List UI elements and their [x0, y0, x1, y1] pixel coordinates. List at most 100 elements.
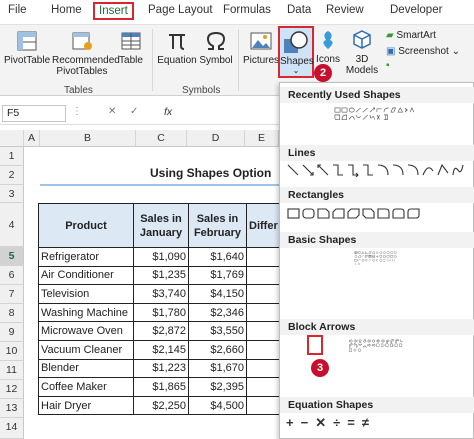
- product-cell[interactable]: Air Conditioner: [38, 265, 134, 286]
- round-diagonal-shape[interactable]: [407, 208, 420, 219]
- pentagon-shape[interactable]: [379, 251, 383, 254]
- up-arrow-shape[interactable]: [358, 339, 363, 343]
- dodecagon-shape[interactable]: [354, 255, 358, 258]
- difference-cell[interactable]: [246, 302, 281, 323]
- double-brace-shape[interactable]: [390, 259, 393, 262]
- decagon-shape[interactable]: [394, 251, 397, 254]
- column-header[interactable]: C: [136, 130, 187, 147]
- freeform-shape[interactable]: [362, 114, 368, 120]
- curved-down-arrow-shape[interactable]: [362, 345, 367, 348]
- half-frame-shape[interactable]: [369, 255, 371, 258]
- snip-rectangle-shape[interactable]: [334, 114, 340, 120]
- product-cell[interactable]: Washing Machine: [38, 302, 134, 323]
- curve-shape[interactable]: [422, 167, 434, 176]
- round-single-corner-shape[interactable]: [377, 208, 390, 219]
- triangle-shape[interactable]: [397, 107, 404, 113]
- up-arrow-callout-shape[interactable]: [399, 343, 403, 347]
- snip-single-corner-shape[interactable]: [317, 208, 330, 219]
- january-cell[interactable]: $2,250: [133, 395, 189, 416]
- bracket-shape[interactable]: [376, 114, 380, 120]
- parallelogram-shape[interactable]: [368, 251, 372, 254]
- rectangle-shape[interactable]: [287, 208, 300, 219]
- freeform-shape[interactable]: [437, 163, 449, 176]
- bent-arrow-shape[interactable]: [386, 339, 390, 343]
- shapes-button[interactable]: Shapes ⌄: [278, 26, 314, 78]
- row-header[interactable]: 6: [0, 266, 24, 285]
- january-cell[interactable]: $2,872: [133, 321, 189, 341]
- smartart-button[interactable]: ▰ SmartArt: [386, 30, 436, 41]
- curved-connector-shape[interactable]: [377, 164, 389, 176]
- february-cell[interactable]: $2,660: [188, 339, 247, 360]
- equation-button[interactable]: Equation: [156, 29, 198, 66]
- row-header[interactable]: 9: [0, 323, 24, 342]
- symbol-button[interactable]: Symbol: [198, 29, 234, 66]
- elbow-double-arrow-shape[interactable]: [363, 164, 373, 176]
- left-right-arrow-shape[interactable]: [367, 339, 372, 343]
- left-right-up-arrow-shape[interactable]: [380, 339, 386, 343]
- oval-shape[interactable]: [358, 251, 361, 254]
- difference-cell[interactable]: [246, 247, 281, 267]
- row-header[interactable]: 7: [0, 285, 24, 304]
- curved-up-arrow-shape[interactable]: [358, 343, 363, 346]
- left-up-arrow-shape[interactable]: [395, 339, 400, 343]
- cancel-icon[interactable]: ✕: [108, 106, 116, 117]
- row-header[interactable]: 8: [0, 304, 24, 323]
- line-shape[interactable]: [287, 164, 299, 176]
- column-header[interactable]: A: [24, 130, 40, 147]
- tab-data[interactable]: Data: [287, 4, 311, 16]
- donut-shape[interactable]: [394, 255, 397, 258]
- tab-page-layout[interactable]: Page Layout: [148, 4, 213, 16]
- curved-connector-shape[interactable]: [383, 107, 389, 113]
- difference-cell[interactable]: [246, 265, 281, 286]
- cross-shape[interactable]: [376, 255, 379, 258]
- row-header-selected[interactable]: 5: [0, 247, 24, 266]
- column-header[interactable]: E: [245, 130, 279, 147]
- arrow-shape[interactable]: [369, 107, 375, 113]
- right-arrow-callout-shape[interactable]: [385, 342, 390, 348]
- isosceles-triangle-shape[interactable]: [361, 251, 365, 254]
- circular-arrow-shape[interactable]: [358, 348, 362, 352]
- january-cell[interactable]: $1,235: [133, 265, 189, 286]
- curved-double-arrow-shape[interactable]: [407, 164, 419, 176]
- january-cell[interactable]: $1,780: [133, 302, 189, 323]
- chevron-shape[interactable]: [409, 107, 415, 113]
- hexagon-shape[interactable]: [383, 251, 386, 254]
- moon-shape[interactable]: [376, 259, 378, 262]
- recommended-pivottables-button[interactable]: Recommended PivotTables: [52, 29, 120, 77]
- row-header[interactable]: 13: [0, 399, 24, 418]
- elbow-connector-shape[interactable]: [333, 164, 343, 176]
- product-cell[interactable]: Vacuum Cleaner: [38, 339, 134, 360]
- heptagon-shape[interactable]: [386, 251, 390, 254]
- division-shape[interactable]: ÷: [333, 415, 347, 430]
- l-shape[interactable]: [372, 255, 375, 258]
- teardrop-shape[interactable]: [365, 255, 368, 258]
- february-cell[interactable]: $1,769: [188, 265, 247, 286]
- difference-cell[interactable]: [246, 377, 281, 397]
- product-cell[interactable]: Coffee Maker: [38, 377, 134, 397]
- down-arrow-shape[interactable]: [362, 339, 367, 343]
- elbow-arrow-shape[interactable]: [348, 164, 359, 177]
- block-arc-shape[interactable]: [358, 259, 361, 262]
- table-header-cell[interactable]: Differ: [246, 203, 281, 248]
- cloud-shape[interactable]: [379, 259, 383, 262]
- february-cell[interactable]: $4,500: [188, 395, 247, 416]
- pictures-button[interactable]: Pictures: [242, 29, 280, 66]
- double-bracket-shape[interactable]: [386, 259, 390, 262]
- curve-shape[interactable]: [355, 114, 361, 118]
- line-arrow-shape[interactable]: [302, 164, 314, 176]
- row-header[interactable]: 3: [0, 185, 24, 203]
- tab-file[interactable]: File: [8, 4, 27, 16]
- arrow-line-shape[interactable]: [362, 107, 368, 113]
- down-arrow-callout-shape[interactable]: [390, 343, 394, 347]
- row-header[interactable]: 11: [0, 361, 24, 380]
- rectangle-shape[interactable]: [341, 107, 348, 113]
- striped-right-arrow-shape[interactable]: [367, 343, 372, 348]
- row-header[interactable]: 12: [0, 380, 24, 399]
- pie-shape[interactable]: [358, 255, 361, 258]
- tab-home[interactable]: Home: [51, 4, 82, 16]
- table-button[interactable]: Table: [114, 29, 148, 66]
- 3d-models-button[interactable]: 3D Models: [342, 28, 382, 76]
- arc-shape[interactable]: [348, 116, 355, 120]
- brace-shape[interactable]: [383, 114, 388, 120]
- january-cell[interactable]: $1,223: [133, 358, 189, 379]
